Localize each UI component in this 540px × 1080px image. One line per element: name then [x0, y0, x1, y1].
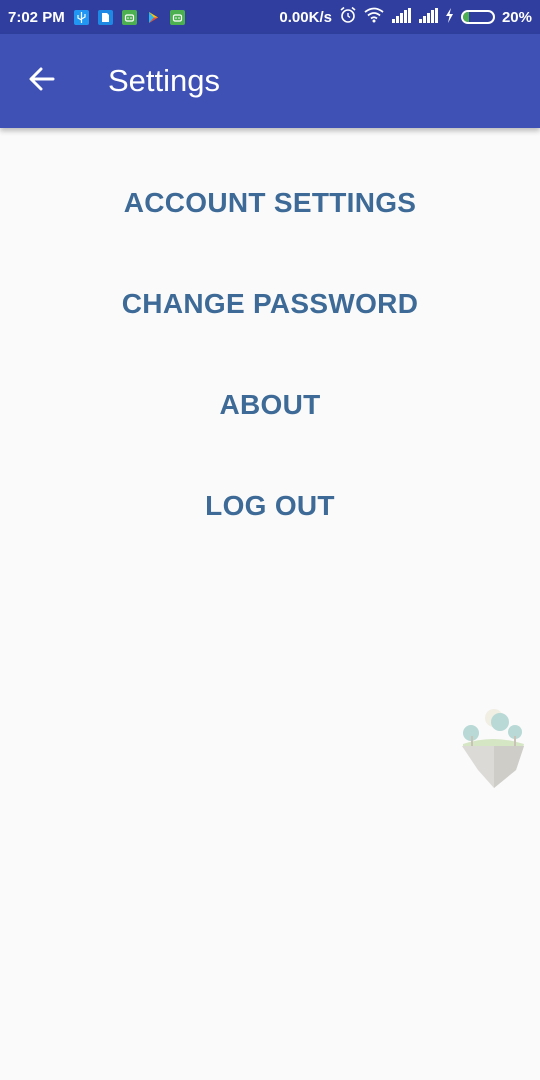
signal-icon	[418, 7, 438, 27]
back-button[interactable]	[0, 34, 84, 128]
change-password-button[interactable]: CHANGE PASSWORD	[0, 253, 540, 354]
android-icon	[169, 9, 185, 25]
floating-island-icon	[458, 704, 528, 792]
play-store-icon	[146, 10, 161, 25]
app-bar: Settings	[0, 34, 540, 128]
status-bar: 7:02 PM 0.00K/s 20%	[0, 0, 540, 34]
page-title: Settings	[108, 63, 221, 98]
file-icon	[97, 9, 113, 25]
network-speed: 0.00K/s	[279, 8, 332, 26]
wifi-icon	[364, 7, 384, 27]
charging-icon	[445, 7, 454, 27]
settings-menu: ACCOUNT SETTINGS CHANGE PASSWORD ABOUT L…	[0, 152, 540, 556]
battery-icon	[460, 10, 495, 24]
battery-percent: 20%	[501, 8, 532, 26]
alarm-icon	[339, 6, 357, 28]
battery-fill	[462, 12, 469, 22]
usb-icon	[73, 9, 89, 25]
status-time: 7:02 PM	[8, 8, 65, 26]
arrow-back-icon	[29, 67, 55, 96]
status-left: 7:02 PM	[8, 9, 185, 26]
about-button[interactable]: ABOUT	[0, 354, 540, 455]
log-out-button[interactable]: LOG OUT	[0, 455, 540, 556]
account-settings-button[interactable]: ACCOUNT SETTINGS	[0, 152, 540, 253]
signal-icon	[391, 7, 411, 27]
android-icon	[121, 9, 137, 25]
status-right: 0.00K/s 20%	[279, 6, 532, 28]
